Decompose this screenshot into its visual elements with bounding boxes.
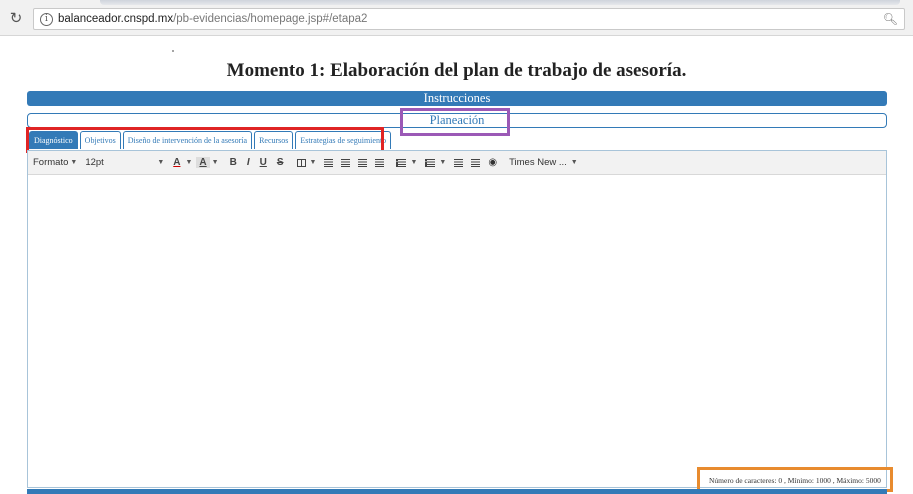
page-title: Momento 1: Elaboración del plan de traba… xyxy=(226,60,687,81)
align-right-icon xyxy=(358,158,368,167)
chevron-down-icon: ▼ xyxy=(570,159,578,166)
format-label: Formato xyxy=(33,157,69,168)
format-menu[interactable]: Formato ▼ xyxy=(33,154,77,172)
chevron-down-icon: ▼ xyxy=(309,159,317,166)
zoom-icon[interactable]: 🔍︎ xyxy=(883,12,898,26)
bottom-blue-bar xyxy=(27,489,887,494)
indent-button[interactable] xyxy=(467,154,484,172)
align-right-button[interactable] xyxy=(354,154,371,172)
numbered-list-button[interactable]: ▼ xyxy=(421,154,446,172)
instructions-button[interactable]: Instrucciones xyxy=(27,91,887,106)
chevron-down-icon: ▼ xyxy=(70,159,78,166)
chevron-down-icon: ▼ xyxy=(410,159,418,166)
planning-highlight-box xyxy=(400,108,510,136)
italic-button[interactable]: I xyxy=(244,154,253,172)
browser-toolbar: ↻ i balanceador.cnspd.mx /pb-evidencias/… xyxy=(0,0,913,36)
url-path: /pb-evidencias/homepage.jsp#/etapa2 xyxy=(173,13,368,25)
underline-button[interactable]: U xyxy=(257,154,270,172)
editor-toolbar: Formato ▼ 12pt ▼ A ▼ A ▼ B I U S ▼ ▼ ▼ ◉… xyxy=(28,151,886,175)
chevron-down-icon: ▼ xyxy=(211,159,219,166)
eye-icon: ◉ xyxy=(488,157,498,168)
indent-icon xyxy=(471,158,481,167)
font-family-select[interactable]: Times New ... ▼ xyxy=(509,154,578,172)
chevron-down-icon: ▼ xyxy=(185,159,193,166)
font-size-value: 12pt xyxy=(85,157,104,168)
browser-tab-strip xyxy=(100,0,900,5)
reload-icon[interactable]: ↻ xyxy=(8,11,24,27)
bg-color-button[interactable]: A ▼ xyxy=(196,154,219,172)
bg-color-icon: A xyxy=(196,157,210,168)
url-host: balanceador.cnspd.mx xyxy=(58,13,174,25)
bullet-list-button[interactable]: ▼ xyxy=(392,154,417,172)
editor-text-area[interactable] xyxy=(28,176,886,488)
align-center-icon xyxy=(341,158,351,167)
stray-dot xyxy=(172,50,174,52)
font-family-value: Times New ... xyxy=(509,157,567,168)
align-left-button[interactable] xyxy=(320,154,337,172)
info-icon[interactable]: i xyxy=(40,12,53,26)
text-color-button[interactable]: A ▼ xyxy=(170,154,192,172)
strikethrough-button[interactable]: S xyxy=(274,154,287,172)
bold-button[interactable]: B xyxy=(227,154,240,172)
address-bar[interactable]: i balanceador.cnspd.mx /pb-evidencias/ho… xyxy=(33,8,905,30)
font-size-chevron-icon[interactable]: ▼ xyxy=(157,159,164,166)
bullet-list-icon xyxy=(396,158,407,167)
font-size-select[interactable]: 12pt xyxy=(85,154,155,172)
align-justify-icon xyxy=(375,158,385,167)
outdent-button[interactable] xyxy=(450,154,467,172)
table-button[interactable]: ▼ xyxy=(293,154,317,172)
align-left-icon xyxy=(324,158,334,167)
align-center-button[interactable] xyxy=(337,154,354,172)
outdent-icon xyxy=(454,158,464,167)
numbered-list-icon xyxy=(425,158,436,167)
align-justify-button[interactable] xyxy=(371,154,388,172)
text-color-icon: A xyxy=(173,157,181,168)
table-icon xyxy=(296,158,306,167)
rich-text-editor: Formato ▼ 12pt ▼ A ▼ A ▼ B I U S ▼ ▼ ▼ ◉… xyxy=(27,150,887,488)
chevron-down-icon: ▼ xyxy=(439,159,447,166)
preview-button[interactable]: ◉ xyxy=(488,154,497,172)
